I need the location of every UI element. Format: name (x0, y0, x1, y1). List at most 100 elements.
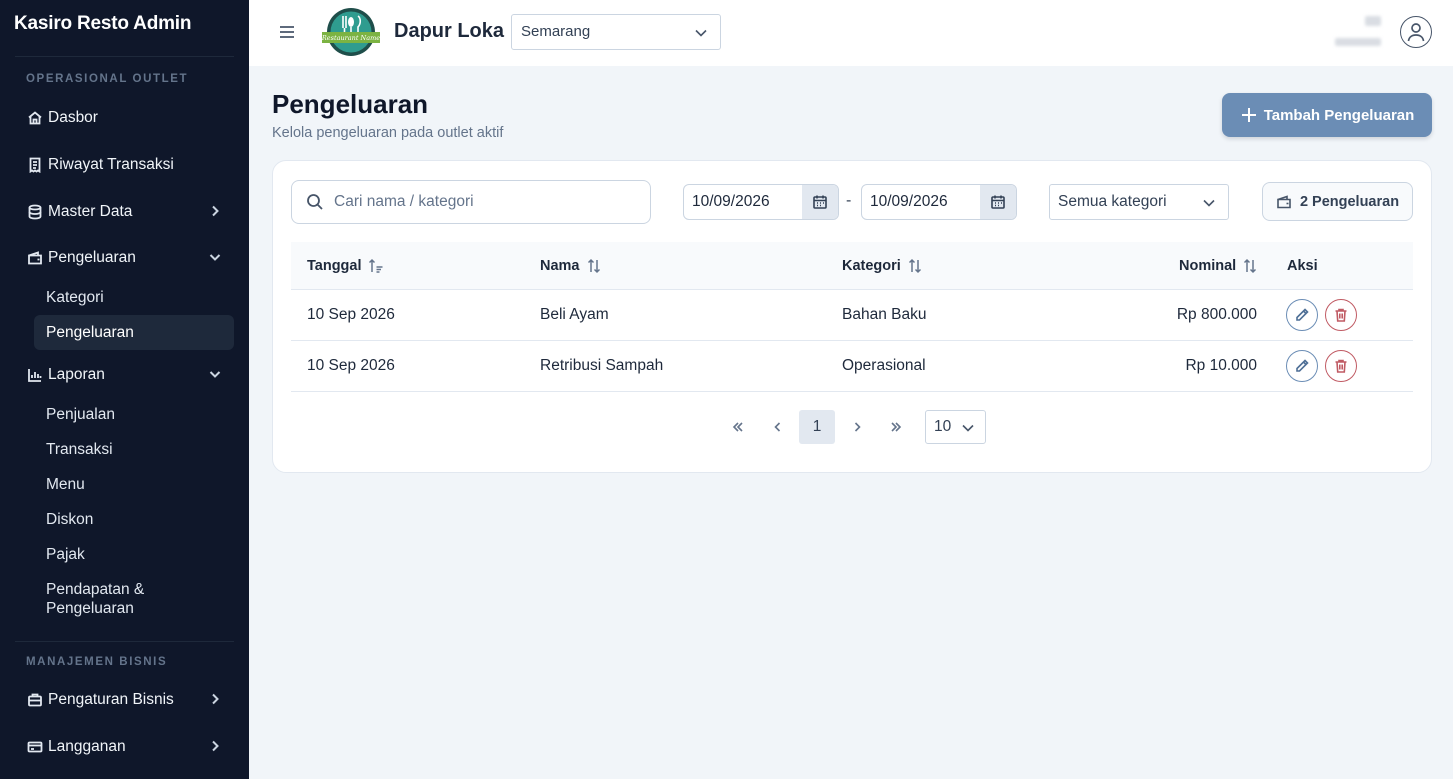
table-row: 10 Sep 2026 Retribusi Sampah Operasional… (291, 341, 1413, 392)
per-page-select[interactable]: 10 (925, 410, 986, 444)
sidebar-item-master-data[interactable]: Master Data (14, 194, 234, 230)
search-input[interactable]: Cari nama / kategori (291, 180, 651, 224)
topbar: Restaurant Name Dapur Loka Semarang (249, 0, 1453, 66)
user-avatar[interactable] (1400, 16, 1432, 48)
sidebar-subitem-pajak[interactable]: Pajak (34, 537, 234, 572)
delete-button[interactable] (1325, 350, 1357, 382)
page-title: Pengeluaran (272, 89, 429, 119)
chevrons-left-icon (732, 422, 743, 432)
sidebar-item-label: Langganan (48, 738, 126, 755)
sort-icon (1242, 258, 1258, 274)
sort-icon (907, 258, 923, 274)
chevron-right-icon (208, 204, 222, 218)
sidebar-item-label: Master Data (48, 203, 133, 220)
plus-icon (1240, 106, 1258, 124)
pencil-icon (1296, 359, 1309, 372)
user-icon (1407, 23, 1425, 42)
sidebar-subitem-diskon[interactable]: Diskon (34, 502, 234, 537)
outlet-select-value: Semarang (521, 23, 591, 40)
add-expense-button[interactable]: Tambah Pengeluaran (1222, 93, 1432, 137)
column-header-nama[interactable]: Nama (540, 258, 602, 274)
restaurant-logo: Restaurant Name (321, 6, 381, 58)
prev-page-button[interactable] (760, 410, 796, 444)
cell-tanggal: 10 Sep 2026 (307, 306, 395, 323)
column-header-aksi: Aksi (1287, 258, 1318, 274)
cell-nama: Beli Ayam (540, 306, 609, 323)
sidebar-subitem-pengeluaran[interactable]: Pengeluaran (34, 315, 234, 350)
outlet-select[interactable]: Semarang (511, 14, 721, 50)
expense-count-label: 2 Pengeluaran (1299, 193, 1400, 210)
date-from-field[interactable]: 10/09/2026 (683, 184, 839, 220)
cell-nominal: Rp 800.000 (1176, 306, 1257, 323)
sidebar-item-label: Riwayat Transaksi (48, 156, 174, 173)
sidebar-subitem-menu[interactable]: Menu (34, 467, 234, 502)
delete-button[interactable] (1325, 299, 1357, 331)
last-page-button[interactable] (878, 410, 914, 444)
credit-card-icon (26, 738, 44, 756)
sidebar-item-pengeluaran[interactable]: Pengeluaran (14, 240, 234, 276)
column-header-kategori[interactable]: Kategori (842, 258, 923, 274)
chevron-right-icon (208, 692, 222, 706)
sidebar-divider (15, 641, 234, 642)
sidebar-item-label: Laporan (48, 366, 105, 383)
date-separator: - (846, 192, 852, 209)
cell-nama: Retribusi Sampah (540, 357, 664, 374)
chevron-left-icon (774, 422, 781, 432)
chevrons-right-icon (891, 422, 902, 432)
column-header-label: Nominal (1179, 258, 1237, 274)
sidebar-item-langganan[interactable]: Langganan (14, 729, 234, 765)
section-label-manajemen: MANAJEMEN BISNIS (26, 656, 168, 668)
cell-kategori: Bahan Baku (842, 306, 927, 323)
menu-toggle-icon[interactable] (277, 23, 297, 41)
add-expense-label: Tambah Pengeluaran (1263, 106, 1415, 124)
date-to-value: 10/09/2026 (870, 193, 948, 210)
sidebar-subitem-kategori[interactable]: Kategori (34, 280, 234, 315)
edit-button[interactable] (1286, 299, 1318, 331)
sidebar-item-pengaturan-bisnis[interactable]: Pengaturan Bisnis (14, 682, 234, 718)
logo-text: Restaurant Name (321, 34, 380, 42)
trash-icon (1335, 359, 1347, 373)
sidebar-item-label: Pengeluaran (48, 249, 136, 266)
category-select[interactable]: Semua kategori (1049, 184, 1229, 220)
page-button-current[interactable]: 1 (799, 410, 835, 444)
first-page-button[interactable] (720, 410, 756, 444)
next-page-button[interactable] (839, 410, 875, 444)
user-info-blurred (1335, 14, 1383, 50)
sidebar-divider (15, 56, 234, 57)
expense-card: Cari nama / kategori 10/09/2026 - 10/09/… (272, 160, 1432, 473)
chevron-down-icon (208, 250, 222, 264)
brand-title: Kasiro Resto Admin (14, 13, 192, 34)
sidebar-item-riwayat-transaksi[interactable]: Riwayat Transaksi (14, 147, 234, 183)
sidebar-subitem-transaksi[interactable]: Transaksi (34, 432, 234, 467)
pencil-icon (1296, 308, 1309, 321)
calendar-icon[interactable] (802, 185, 838, 219)
chevron-down-icon (694, 26, 708, 44)
chevron-down-icon (1202, 196, 1216, 215)
calendar-icon[interactable] (980, 185, 1016, 219)
briefcase-icon (26, 691, 44, 709)
sidebar-subitem-pendapatan-pengeluaran[interactable]: Pendapatan & Pengeluaran (34, 577, 224, 621)
per-page-value: 10 (934, 418, 952, 435)
column-header-label: Aksi (1287, 258, 1318, 274)
sidebar-item-laporan[interactable]: Laporan (14, 357, 234, 393)
sidebar-item-label: Dasbor (48, 109, 98, 126)
column-header-label: Tanggal (307, 258, 362, 274)
sidebar-item-dasbor[interactable]: Dasbor (14, 100, 234, 136)
receipt-icon (26, 156, 44, 174)
home-icon (26, 109, 44, 127)
trash-icon (1335, 308, 1347, 322)
column-header-label: Kategori (842, 258, 901, 274)
sort-icon (586, 258, 602, 274)
cell-kategori: Operasional (842, 357, 926, 374)
section-label-operasional: OPERASIONAL OUTLET (26, 73, 189, 85)
chevron-down-icon (208, 367, 222, 381)
column-header-tanggal[interactable]: Tanggal (307, 258, 384, 274)
column-header-nominal[interactable]: Nominal (1179, 258, 1258, 274)
page-subtitle: Kelola pengeluaran pada outlet aktif (272, 125, 504, 141)
search-placeholder: Cari nama / kategori (334, 193, 474, 210)
sidebar-subitem-penjualan[interactable]: Penjualan (34, 397, 234, 432)
date-to-field[interactable]: 10/09/2026 (861, 184, 1017, 220)
wallet-icon (26, 249, 44, 267)
edit-button[interactable] (1286, 350, 1318, 382)
chevron-right-icon (208, 739, 222, 753)
